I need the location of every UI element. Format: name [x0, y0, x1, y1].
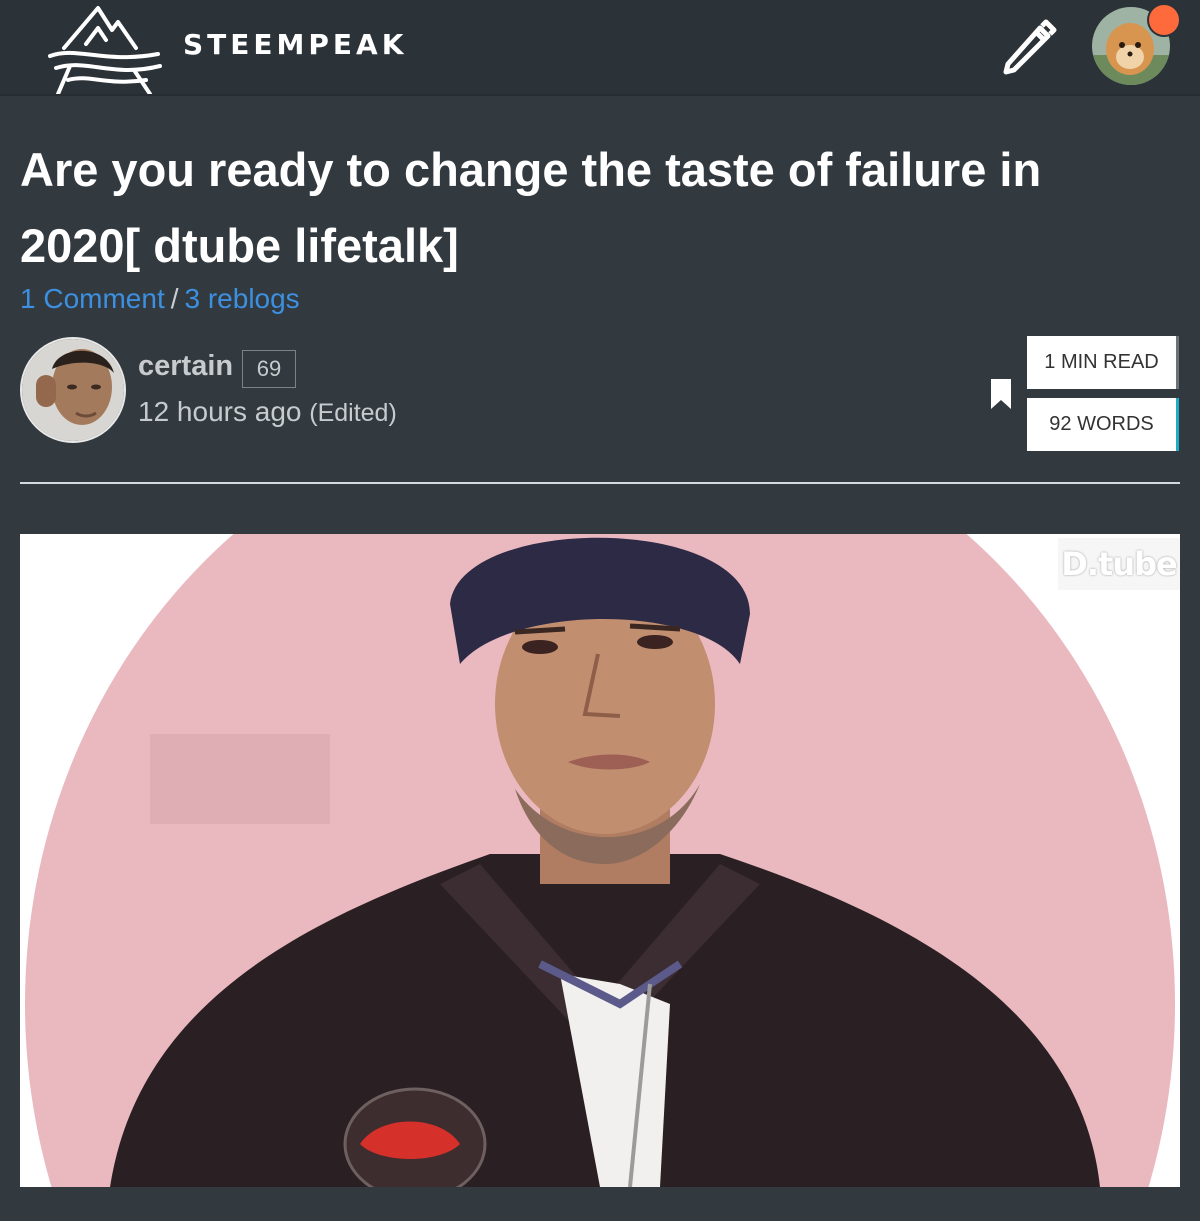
word-count-badge: 92 WORDS	[1027, 398, 1179, 451]
video-thumbnail	[20, 534, 1180, 1187]
comments-link[interactable]: 1 Comment	[20, 283, 165, 314]
steempeak-logo-icon[interactable]	[46, 4, 164, 94]
reblogs-link[interactable]: 3 reblogs	[185, 283, 300, 314]
post-title: Are you ready to change the taste of fai…	[20, 143, 1042, 272]
pencil-icon	[1003, 19, 1057, 75]
top-nav-bar: STEEMPEAK	[0, 0, 1200, 96]
author-avatar[interactable]	[20, 337, 126, 443]
reputation-badge: 69	[242, 350, 296, 388]
author-name[interactable]: certain	[138, 350, 233, 383]
edited-label: (Edited)	[309, 399, 397, 427]
links-separator: /	[170, 283, 179, 314]
bookmark-shape	[991, 379, 1011, 409]
author-photo	[22, 339, 124, 441]
brand-name[interactable]: STEEMPEAK	[183, 28, 407, 61]
post-meta-links: 1 Comment/3 reblogs	[20, 280, 300, 318]
video-player[interactable]	[20, 534, 1180, 1187]
post-time-text: 12 hours ago	[138, 396, 302, 427]
post-timestamp: 12 hours ago (Edited)	[138, 396, 397, 428]
notification-dot[interactable]	[1149, 5, 1179, 35]
dtube-watermark: D.tube	[1058, 538, 1180, 590]
bookmark-icon[interactable]	[990, 378, 1012, 410]
header-divider	[20, 482, 1180, 484]
write-post-button[interactable]	[996, 14, 1060, 76]
read-time-badge: 1 MIN READ	[1027, 336, 1179, 389]
